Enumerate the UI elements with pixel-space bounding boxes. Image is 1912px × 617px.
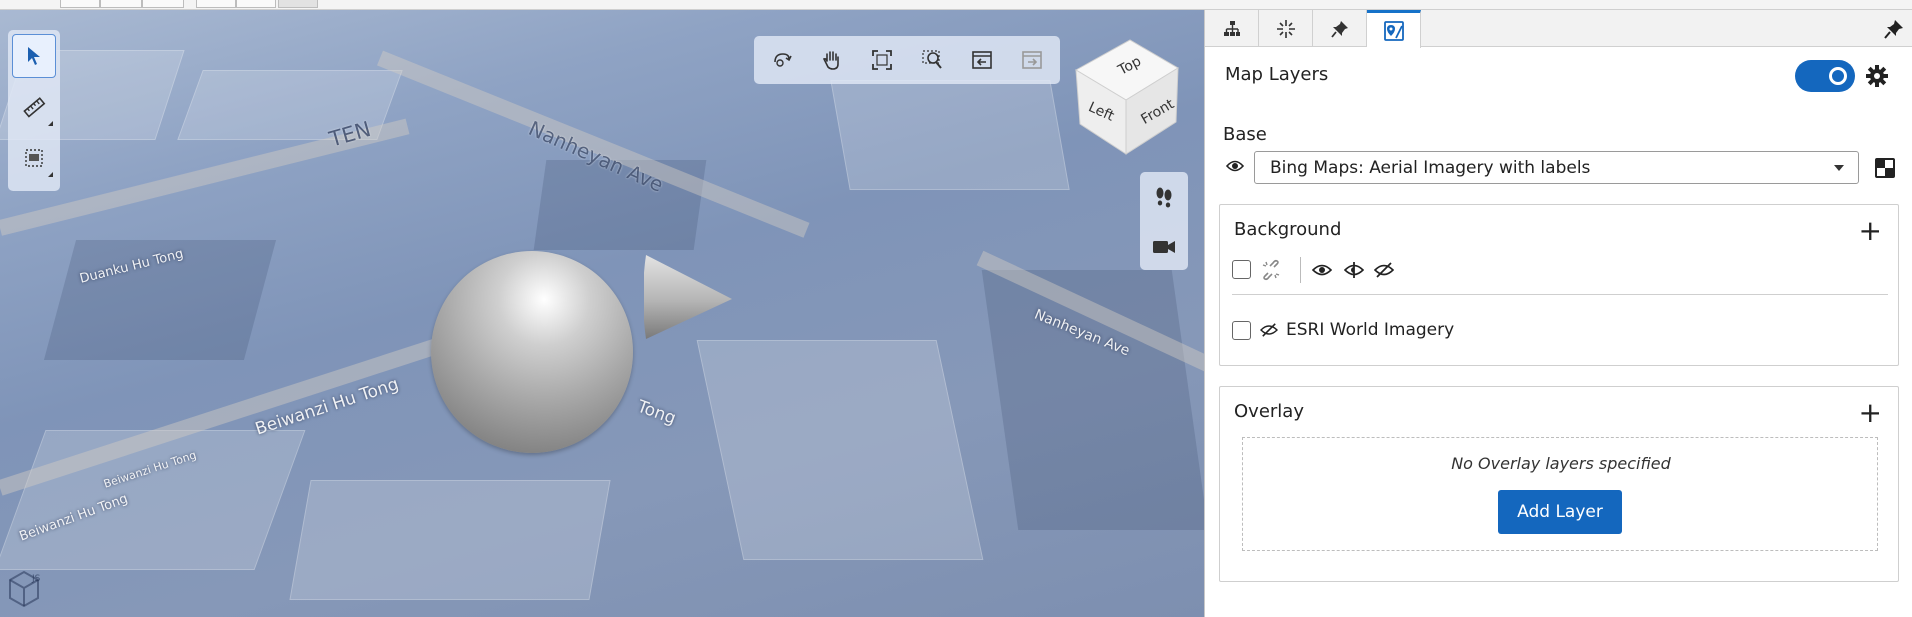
tab-model-tree[interactable] [1205, 10, 1259, 47]
map-layers-panel: Map Layers Base Bing Maps: Aerial Imager… [1204, 10, 1912, 617]
background-title: Background [1234, 219, 1342, 240]
select-pointer-icon [28, 47, 40, 65]
clip-box-icon [25, 149, 43, 167]
base-map-selected: Bing Maps: Aerial Imagery with labels [1270, 157, 1591, 178]
zoom-extents-button[interactable] [860, 41, 903, 79]
tab-pin[interactable] [1313, 10, 1367, 47]
add-overlay-button[interactable]: + [1859, 399, 1882, 427]
hidden-eye-icon[interactable] [1260, 322, 1278, 338]
measure-tool-button[interactable] [12, 85, 56, 129]
map-building [830, 80, 1070, 190]
map-layers-toggle[interactable] [1795, 60, 1855, 92]
orbit-icon [773, 53, 792, 67]
tab-map-layers[interactable] [1367, 10, 1421, 48]
camera-icon[interactable] [1152, 238, 1176, 256]
toolbar-segment[interactable] [278, 0, 318, 8]
toggle-visibility-icon[interactable] [1344, 261, 1364, 279]
sphere-object[interactable] [431, 251, 633, 453]
navigation-toolbar [754, 36, 1060, 84]
street-label: Tong [634, 396, 679, 429]
overlay-title: Overlay [1234, 401, 1304, 422]
overlay-empty-state: No Overlay layers specified Add Layer [1242, 437, 1878, 551]
select-all-checkbox[interactable] [1232, 260, 1251, 279]
detach-icon[interactable] [1260, 259, 1282, 281]
overlay-section: Overlay + No Overlay layers specified Ad… [1219, 386, 1899, 582]
orbit-button[interactable] [760, 41, 803, 79]
side-controls [1140, 172, 1188, 270]
tab-snap[interactable] [1259, 10, 1313, 47]
view-forward-button[interactable] [1010, 41, 1053, 79]
model-tree-icon [1223, 20, 1240, 36]
measure-ruler-icon [23, 97, 46, 118]
transparency-icon[interactable] [1875, 158, 1895, 178]
divider [1232, 294, 1888, 295]
eye-icon[interactable] [1226, 159, 1244, 173]
snap-icon [1276, 19, 1295, 38]
toolbar-segment[interactable] [196, 0, 236, 8]
hide-all-eye-icon[interactable] [1374, 261, 1394, 279]
app-logo: JS [9, 570, 41, 608]
zoom-window-icon [921, 50, 942, 69]
view-forward-icon [1021, 51, 1042, 69]
toolbar-segment[interactable] [142, 0, 184, 8]
layer-checkbox[interactable] [1232, 321, 1251, 340]
pan-button[interactable] [810, 41, 853, 79]
toolbar-segment[interactable] [60, 0, 100, 8]
view-cube[interactable]: Top Left Front [1072, 34, 1184, 156]
empty-message: No Overlay layers specified [1451, 454, 1671, 473]
map-building [289, 480, 611, 600]
pin-icon [1330, 20, 1348, 38]
top-toolbar-strip [0, 0, 1912, 10]
view-back-button[interactable] [960, 41, 1003, 79]
toggle-knob [1829, 67, 1847, 85]
dock-pin-icon[interactable] [1883, 18, 1905, 40]
pan-hand-icon [822, 51, 839, 70]
add-layer-button[interactable]: Add Layer [1498, 490, 1622, 534]
divider [1300, 257, 1301, 283]
logo-text: JS [31, 574, 41, 584]
walk-footprints-icon[interactable] [1153, 186, 1175, 210]
show-all-eye-icon[interactable] [1312, 263, 1332, 277]
panel-title: Map Layers [1225, 64, 1329, 85]
toolbar-segment[interactable] [100, 0, 142, 8]
zoom-extents-icon [871, 50, 892, 70]
view-back-icon [971, 51, 992, 69]
map-layers-icon [1383, 20, 1404, 41]
zoom-window-button[interactable] [910, 41, 953, 79]
base-map-select[interactable]: Bing Maps: Aerial Imagery with labels [1254, 151, 1859, 184]
add-background-button[interactable]: + [1859, 217, 1882, 245]
map-building [0, 430, 306, 570]
chevron-down-icon [1834, 165, 1844, 171]
cone-object[interactable] [644, 255, 734, 339]
background-section: Background + ESRI World Imagery [1219, 204, 1899, 366]
left-toolbar [8, 30, 60, 191]
base-label: Base [1223, 124, 1267, 145]
layer-name: ESRI World Imagery [1286, 320, 1455, 340]
toolbar-segment[interactable] [236, 0, 276, 8]
map-building [696, 340, 984, 560]
select-tool-button[interactable] [12, 34, 56, 78]
3d-viewport[interactable]: Nanheyan Ave Duanku Hu Tong Beiwanzi Hu … [0, 10, 1204, 617]
panel-tabbar [1205, 10, 1912, 48]
clip-tool-button[interactable] [12, 136, 56, 180]
gear-icon[interactable] [1865, 64, 1889, 88]
